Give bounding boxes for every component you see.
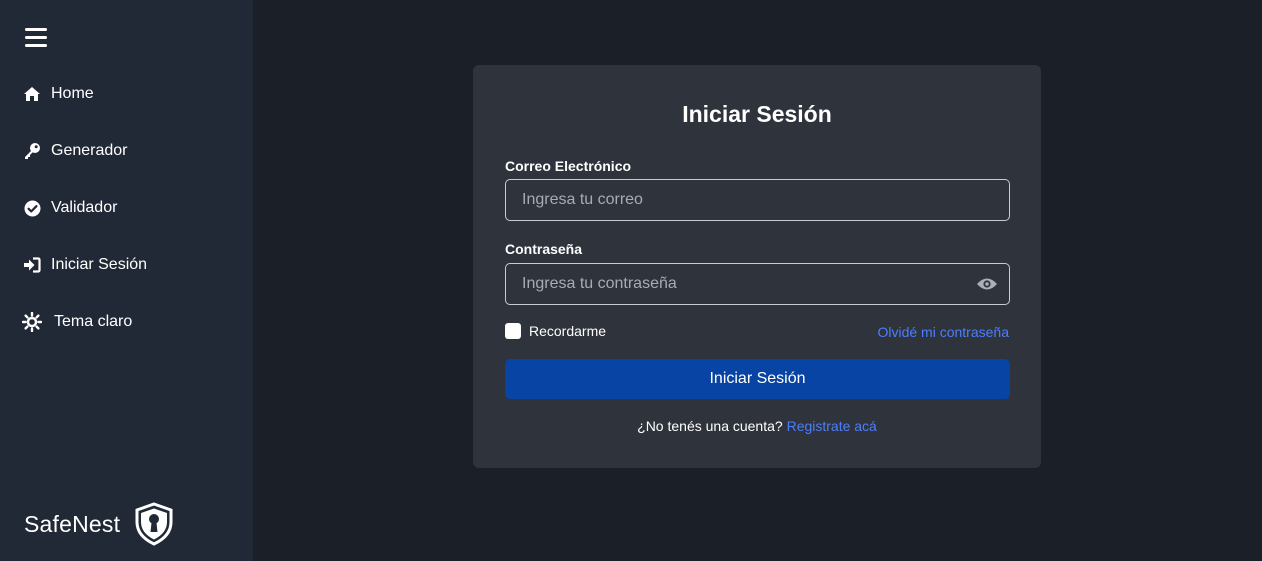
home-icon: [22, 84, 42, 104]
hamburger-menu-icon[interactable]: [24, 26, 48, 48]
check-circle-icon: [22, 198, 42, 218]
email-field[interactable]: [505, 179, 1010, 221]
sidebar-item-label: Iniciar Sesión: [51, 256, 148, 273]
sign-in-icon: [22, 255, 42, 275]
brand: SafeNest: [24, 502, 174, 546]
remember-checkbox[interactable]: [505, 323, 521, 339]
key-icon: [22, 141, 42, 161]
sidebar-item-label: Home: [51, 85, 94, 102]
email-label: Correo Electrónico: [505, 158, 632, 174]
remember-label: Recordarme: [529, 323, 607, 339]
sidebar-item-iniciar-sesion[interactable]: Iniciar Sesión: [22, 252, 147, 278]
sidebar-item-label: Tema claro: [54, 313, 133, 330]
sidebar-item-label: Generador: [51, 142, 128, 159]
login-submit-button[interactable]: Iniciar Sesión: [505, 359, 1010, 399]
eye-icon[interactable]: [976, 276, 998, 292]
sidebar-item-generador[interactable]: Generador: [22, 138, 128, 164]
sidebar-item-home[interactable]: Home: [22, 81, 94, 107]
login-title: Iniciar Sesión: [682, 101, 832, 127]
login-card: Iniciar Sesión Correo Electrónico Contra…: [473, 65, 1041, 468]
shield-keyhole-logo-icon: [135, 502, 173, 546]
signup-prompt: ¿No tenés una cuenta? Registrate acá: [473, 418, 1041, 434]
sidebar-item-validador[interactable]: Validador: [22, 195, 117, 221]
password-label: Contraseña: [505, 241, 583, 257]
signup-prompt-text: ¿No tenés una cuenta?: [637, 418, 783, 434]
sun-icon: [22, 312, 42, 332]
brand-name: SafeNest: [24, 510, 121, 537]
forgot-password-link[interactable]: Olvidé mi contraseña: [877, 324, 1009, 340]
sidebar: Home Generador Validador Iniciar Sesión: [0, 0, 253, 561]
signup-link[interactable]: Registrate acá: [787, 418, 877, 434]
sidebar-item-tema-claro[interactable]: Tema claro: [22, 309, 132, 335]
remember-me[interactable]: Recordarme: [505, 323, 606, 339]
sidebar-item-label: Validador: [51, 199, 118, 216]
password-field[interactable]: [505, 263, 1010, 305]
